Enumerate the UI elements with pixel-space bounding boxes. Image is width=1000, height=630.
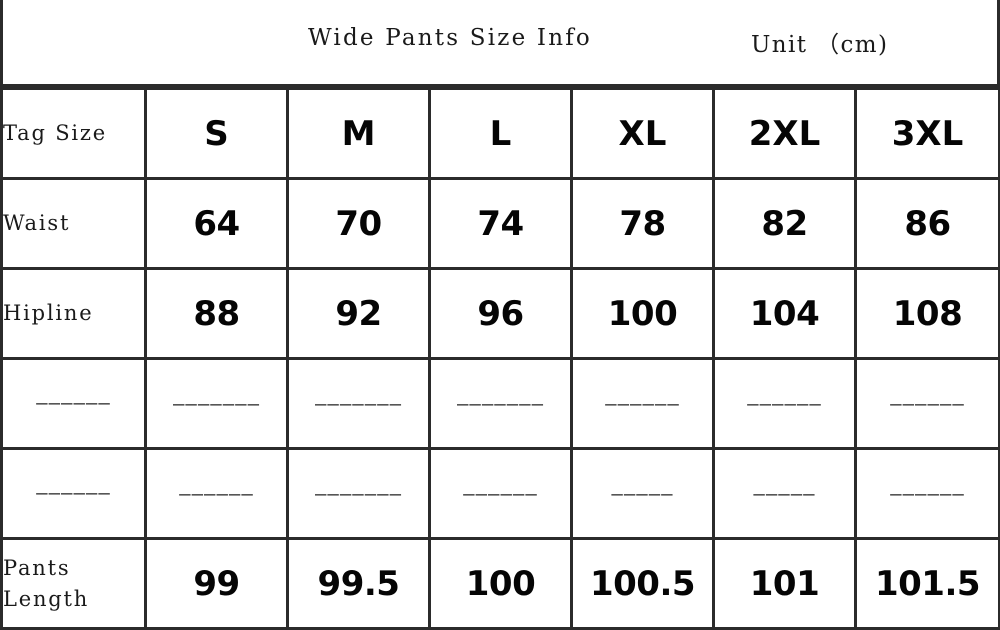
table-row-hipline: Hipline 88 92 96 100 104 108	[0, 267, 1000, 360]
column-header-2xl: 2XL	[712, 87, 857, 180]
cell-redacted-1-l: ———————	[428, 357, 573, 450]
cell-redacted-1-2xl: ——————	[712, 357, 857, 450]
cell-redacted-1-xl: ——————	[570, 357, 715, 450]
size-table: Tag Size S M L XL 2XL 3XL Waist 64 70 74…	[0, 87, 1000, 630]
cell-hipline-l: 96	[428, 267, 573, 360]
cell-redacted-1-m: ———————	[286, 357, 431, 450]
cell-redacted-2-m: ———————	[286, 447, 431, 540]
title-band: Wide Pants Size Info Unit （cm)	[0, 0, 1000, 87]
cell-pants-length-xl: 100.5	[570, 537, 715, 630]
cell-redacted-2-xl: —————	[570, 447, 715, 540]
table-row-redacted-2: —————— —————— ——————— —————— ————— —————…	[0, 447, 1000, 540]
cell-pants-length-m: 99.5	[286, 537, 431, 630]
cell-redacted-2-2xl: —————	[712, 447, 857, 540]
cell-hipline-2xl: 104	[712, 267, 857, 360]
cell-redacted-2-s: ——————	[144, 447, 289, 540]
cell-pants-length-s: 99	[144, 537, 289, 630]
row-header-redacted-1: ——————	[0, 357, 147, 450]
cell-waist-xl: 78	[570, 177, 715, 270]
cell-redacted-1-3xl: ——————	[854, 357, 1000, 450]
column-header-3xl: 3XL	[854, 87, 1000, 180]
cell-hipline-s: 88	[144, 267, 289, 360]
cell-waist-s: 64	[144, 177, 289, 270]
cell-pants-length-2xl: 101	[712, 537, 857, 630]
size-chart: Wide Pants Size Info Unit （cm) Tag Size …	[0, 0, 1000, 630]
row-header-tag-size: Tag Size	[0, 87, 147, 180]
cell-pants-length-l: 100	[428, 537, 573, 630]
column-header-m: M	[286, 87, 431, 180]
table-row-tag-size: Tag Size S M L XL 2XL 3XL	[0, 87, 1000, 180]
column-header-s: S	[144, 87, 289, 180]
column-header-xl: XL	[570, 87, 715, 180]
cell-hipline-m: 92	[286, 267, 431, 360]
cell-hipline-xl: 100	[570, 267, 715, 360]
cell-pants-length-3xl: 101.5	[854, 537, 1000, 630]
cell-redacted-2-l: ——————	[428, 447, 573, 540]
cell-waist-3xl: 86	[854, 177, 1000, 270]
cell-hipline-3xl: 108	[854, 267, 1000, 360]
row-header-redacted-2: ——————	[0, 447, 147, 540]
row-header-pants-length: Pants Length	[0, 537, 147, 630]
table-row-waist: Waist 64 70 74 78 82 86	[0, 177, 1000, 270]
cell-redacted-1-s: ———————	[144, 357, 289, 450]
cell-waist-m: 70	[286, 177, 431, 270]
page-title: Wide Pants Size Info	[308, 25, 592, 51]
column-header-l: L	[428, 87, 573, 180]
row-header-hipline: Hipline	[0, 267, 147, 360]
table-row-redacted-1: —————— ——————— ——————— ——————— —————— ——…	[0, 357, 1000, 450]
cell-waist-l: 74	[428, 177, 573, 270]
cell-redacted-2-3xl: ——————	[854, 447, 1000, 540]
row-header-waist: Waist	[0, 177, 147, 270]
table-row-pants-length: Pants Length 99 99.5 100 100.5 101 101.5	[0, 537, 1000, 630]
cell-waist-2xl: 82	[712, 177, 857, 270]
unit-label: Unit （cm)	[751, 32, 889, 58]
